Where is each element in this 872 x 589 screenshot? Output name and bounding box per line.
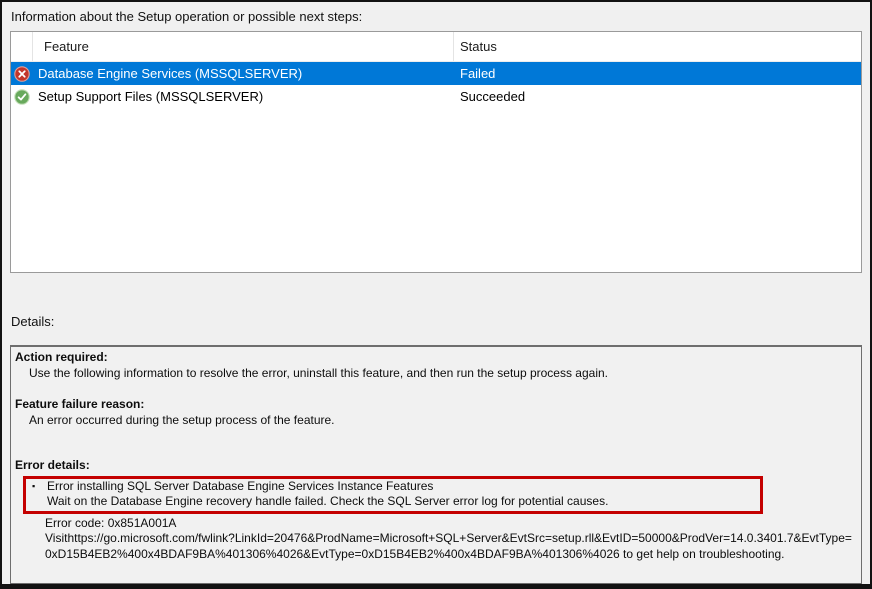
error-code: Error code: 0x851A001A <box>11 516 861 532</box>
error-item-line1: ▪Error installing SQL Server Database En… <box>26 479 760 495</box>
troubleshooting-link-text: Visithttps://go.microsoft.com/fwlink?Lin… <box>11 531 861 562</box>
table-row-database-engine-services[interactable]: Database Engine Services (MSSQLSERVER) F… <box>11 62 861 85</box>
error-item-line2: Wait on the Database Engine recovery han… <box>26 494 760 510</box>
bullet-square-icon: ▪ <box>32 479 35 495</box>
column-header-icon[interactable] <box>11 32 33 61</box>
feature-failure-reason-heading: Feature failure reason: <box>11 397 861 413</box>
feature-status-table[interactable]: Feature Status Database Engine Services … <box>10 31 862 273</box>
table-header: Feature Status <box>11 32 861 62</box>
feature-failure-reason-body: An error occurred during the setup proce… <box>11 413 861 429</box>
setup-results-dialog: { "window": { "info_label": "Information… <box>0 0 872 589</box>
error-details-heading: Error details: <box>11 458 861 474</box>
error-highlight-annotation: ▪Error installing SQL Server Database En… <box>23 476 763 514</box>
details-pane[interactable]: Action required: Use the following infor… <box>10 345 862 584</box>
error-icon <box>11 66 33 82</box>
action-required-body: Use the following information to resolve… <box>11 366 861 382</box>
feature-status: Failed <box>454 66 861 81</box>
feature-status: Succeeded <box>454 89 861 104</box>
feature-name: Setup Support Files (MSSQLSERVER) <box>33 89 454 104</box>
success-icon <box>11 89 33 105</box>
column-header-status[interactable]: Status <box>454 32 861 61</box>
info-label: Information about the Setup operation or… <box>11 9 362 24</box>
table-row-setup-support-files[interactable]: Setup Support Files (MSSQLSERVER) Succee… <box>11 85 861 108</box>
column-header-feature[interactable]: Feature <box>33 32 454 61</box>
feature-name: Database Engine Services (MSSQLSERVER) <box>33 66 454 81</box>
details-label: Details: <box>11 314 54 329</box>
action-required-heading: Action required: <box>11 350 861 366</box>
